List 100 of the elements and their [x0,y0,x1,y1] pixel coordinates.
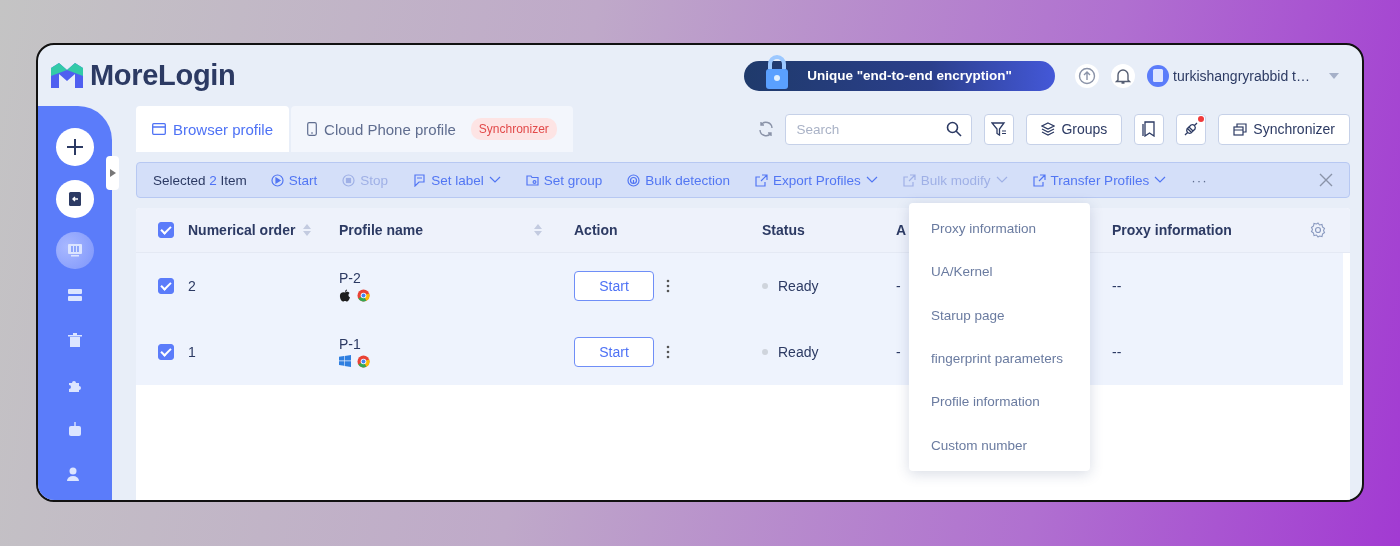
column-header[interactable]: Profile name [339,222,574,238]
bulk-action-button[interactable]: Transfer Profiles [1032,172,1167,188]
synchronizer-badge: Synchronizer [470,118,557,140]
avatar-icon[interactable] [1147,64,1170,87]
groups-button[interactable]: Groups [1026,113,1123,145]
windows-stack-icon [1233,122,1248,136]
bulk-action-button[interactable]: Set group [525,172,603,188]
chevron-down-icon [1154,176,1167,184]
close-button[interactable] [1319,173,1333,187]
selection-count-text: Selected 2 Item [153,172,247,188]
profile-name: P-1 [339,336,361,352]
promo-banner[interactable]: Unique "end-to-end encryption" [744,60,1056,91]
import-icon [66,189,84,208]
filter-icon [991,121,1008,137]
filter-button[interactable] [984,113,1015,145]
bulk-action-button[interactable]: Bulk detection [627,172,731,188]
column-header[interactable]: Status [762,222,896,238]
table-cell: 1 [188,344,196,360]
action-label: Transfer Profiles [1050,172,1150,188]
menu-item[interactable]: Profile information [909,380,1090,424]
export-icon [1032,173,1046,187]
play-icon [270,173,284,187]
username[interactable]: turkishangryrabbid t… [1173,67,1310,84]
browser-window-icon [152,123,166,135]
layers-icon [1041,122,1056,136]
start-button[interactable]: Start [574,337,654,367]
export-icon [902,173,916,187]
search-field[interactable]: Search [785,113,973,145]
synchronizer-button[interactable]: Synchronizer [1218,113,1350,145]
plug-icon [1183,121,1200,137]
chevron-down-icon [865,176,878,184]
triangle-icon [109,169,116,177]
column-header[interactable]: Action [574,222,762,238]
upload-button[interactable] [1075,63,1100,88]
action-label: Bulk detection [645,172,731,188]
search-icon[interactable] [946,120,963,137]
column-header[interactable]: Numerical order [188,222,339,238]
table-cell: - [896,344,901,360]
export-icon [755,173,769,187]
table-cell: - [896,278,901,294]
menu-item[interactable]: fingerprint parameters [909,336,1090,381]
bell-icon [1114,66,1133,85]
fingerprint-icon [627,173,641,187]
table-cell: 2 [188,278,196,294]
caret-icon[interactable] [1328,71,1340,80]
logo-icon [50,61,84,90]
bulk-action-button[interactable]: Start [270,172,318,188]
chevron-down-icon [488,176,501,184]
plugin-button[interactable] [1176,113,1207,145]
plus-icon [65,136,85,157]
menu-item[interactable]: Starup page [909,293,1090,337]
sliders-icon [67,242,83,259]
settings-icon[interactable] [1310,222,1326,238]
status-dot [762,283,768,289]
table-cell: -- [1112,344,1122,360]
tab-label: Cloud Phone profile [324,120,456,138]
profile-name: P-2 [339,270,361,286]
notification-dot [1198,115,1205,122]
sidebar-item[interactable] [56,231,94,270]
refresh-icon[interactable] [757,120,776,138]
menu-item[interactable]: Proxy information [909,207,1090,251]
action-label: Export Profiles [773,172,861,188]
plus-button[interactable] [56,128,94,166]
column-header[interactable]: Proxy information [1112,222,1310,238]
action-label: Set label [431,172,484,188]
bookmark-icon [1142,121,1157,137]
row-checkbox[interactable] [158,344,174,360]
robot-icon [67,421,83,438]
browser-icon [357,289,370,302]
profile-tab[interactable]: Cloud Phone profile Synchronizer [291,106,573,152]
stop-icon [342,173,356,187]
action-label: Start [288,172,318,188]
collapse-handle[interactable] [106,156,119,190]
profile-tab[interactable]: Browser profile [136,106,290,152]
menu-item[interactable]: UA/Kernel [909,250,1090,294]
bookmark-button[interactable] [1134,113,1165,145]
status-text: Ready [778,344,819,360]
tab-label: Browser profile [173,120,274,138]
tag-icon [413,173,427,187]
more-button[interactable]: ··· [1191,172,1208,188]
notification-button[interactable] [1111,63,1136,88]
bulk-action-button[interactable]: Export Profiles [755,172,878,188]
import-button[interactable] [56,179,94,218]
trash-icon [67,331,83,348]
more-options-icon[interactable] [666,345,670,359]
action-label: Set group [543,172,603,188]
chevron-down-icon [995,176,1008,184]
app-logo-text: MoreLogin [90,59,236,92]
server-icon [67,287,83,304]
table-cell: -- [1112,278,1122,294]
browser-icon [357,355,370,368]
bulk-action-button[interactable]: Set label [413,172,501,188]
row-checkbox[interactable] [158,278,174,294]
status-dot [762,349,768,355]
menu-item[interactable]: Custom number [909,423,1090,467]
select-all-checkbox[interactable] [158,222,174,238]
start-button[interactable]: Start [574,271,654,301]
promo-text: Unique "end-to-end encryption" [807,68,1012,83]
phone-icon [307,122,318,136]
more-options-icon[interactable] [666,279,670,293]
